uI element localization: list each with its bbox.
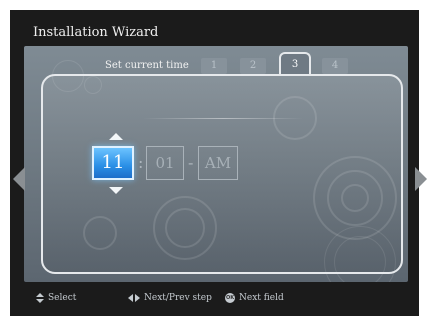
time-colon: : — [138, 153, 144, 172]
hour-field[interactable]: 11 — [92, 146, 134, 180]
tab-step-2[interactable]: 2 — [240, 58, 266, 74]
meridiem-field[interactable]: AM — [198, 146, 238, 180]
decorative-ring — [273, 96, 317, 140]
prev-step-icon[interactable] — [13, 167, 25, 191]
footer-hints: Select Next/Prev step OK Next field — [0, 293, 433, 307]
hint-field: OK Next field — [225, 293, 284, 303]
up-down-icon — [36, 293, 44, 303]
tab-step-1[interactable]: 1 — [201, 58, 227, 74]
hour-down-icon[interactable] — [109, 187, 123, 194]
hint-step: Next/Prev step — [128, 293, 212, 303]
hint-select-label: Select — [48, 293, 77, 303]
hint-field-label: Next field — [239, 293, 284, 303]
next-step-icon[interactable] — [415, 167, 427, 191]
hint-step-label: Next/Prev step — [144, 293, 212, 303]
left-right-icon — [128, 294, 140, 302]
decorative-ring — [83, 216, 117, 250]
hour-up-icon[interactable] — [109, 133, 123, 140]
minute-field[interactable]: 01 — [146, 146, 184, 180]
hint-select: Select — [36, 293, 76, 303]
decorative-ring — [341, 184, 369, 212]
time-dash: - — [188, 153, 194, 172]
wizard-title: Installation Wizard — [33, 25, 159, 40]
ok-button-icon: OK — [225, 293, 235, 303]
tab-step-4[interactable]: 4 — [322, 58, 348, 74]
tab-step-3[interactable]: 3 — [279, 52, 311, 76]
step-title: Set current time — [105, 60, 189, 71]
decorative-ring — [165, 208, 205, 248]
